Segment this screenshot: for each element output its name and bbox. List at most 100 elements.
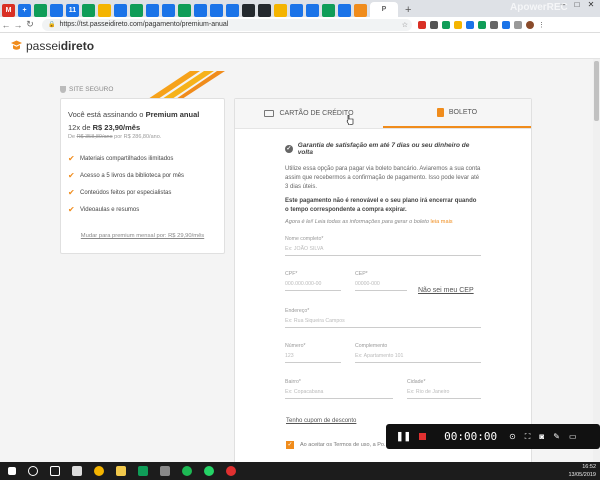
new-tab-button[interactable]: + [405,4,411,16]
whatsapp-icon[interactable] [204,466,214,476]
cpf-input[interactable]: 000.000.000-00 [285,281,341,291]
passeidireto-logo[interactable]: passei direto [10,39,94,53]
switch-plan-link[interactable]: Mudar para premium mensal por: R$ 29,90/… [61,233,224,239]
browser-tab[interactable] [258,4,271,17]
cep-input[interactable]: 00000-000 [355,281,407,291]
cpf-field[interactable]: CPF* 000.000.000-00 [285,271,341,291]
green-app-icon[interactable] [138,466,148,476]
reload-icon[interactable]: ↻ [24,19,36,30]
boleto-content: ✓ Garantia de satisfação em até 7 dias o… [235,129,531,225]
browser-tab[interactable]: + [18,4,31,17]
name-field[interactable]: Nome completo* Ex: JOÃO SILVA [285,236,481,256]
address-bar[interactable]: 🔒 https://tst.passeidireto.com/pagamento… [42,18,412,31]
system-clock[interactable]: 16:52 13/05/2019 [568,463,596,479]
close-button[interactable]: ✕ [584,0,598,9]
browser-tab[interactable] [34,4,47,17]
number-input[interactable]: 123 [285,353,341,363]
plan-title-prefix: Você está assinando o [68,110,146,119]
old-price-suffix: por R$ 286,80/ano. [112,134,162,140]
extension-icon[interactable] [478,20,486,29]
address-label: Endereço* [285,308,310,314]
task-view-icon[interactable] [50,466,60,476]
spotify-icon[interactable] [182,466,192,476]
tab-boleto[interactable]: BOLETO [383,99,531,128]
clock-time: 16:52 [582,464,596,470]
extension-icon[interactable] [502,20,510,29]
complement-input[interactable]: Ex: Apartamento 101 [355,353,481,363]
read-more-link[interactable]: leia mais [431,219,453,225]
chrome-icon[interactable] [94,466,104,476]
cep-field[interactable]: CEP* 00000-000 [355,271,407,291]
district-field[interactable]: Bairro* Ex: Copacabana [285,379,393,399]
region-icon[interactable]: ⛶ [525,432,531,442]
scrollbar-thumb[interactable] [594,61,599,121]
extension-icon[interactable] [490,20,498,29]
bookmark-star-icon[interactable]: ☆ [402,21,408,29]
browser-tab[interactable] [306,4,319,17]
maximize-button[interactable]: □ [570,0,584,9]
profile-avatar[interactable] [526,20,534,29]
name-input[interactable]: Ex: JOÃO SILVA [285,246,481,256]
forward-icon[interactable]: → [12,20,24,30]
browser-tab[interactable] [274,4,287,17]
browser-tab[interactable] [194,4,207,17]
stop-icon[interactable] [419,433,427,440]
browser-tab-active[interactable]: P [370,2,398,17]
number-label: Número* [285,343,306,349]
browser-tab[interactable]: M [2,4,15,17]
district-input[interactable]: Ex: Copacabana [285,389,393,399]
folder-icon[interactable] [116,466,126,476]
search-icon[interactable] [28,466,38,476]
browser-tab[interactable] [50,4,63,17]
tab-credit-card[interactable]: CARTÃO DE CRÉDITO [235,99,383,128]
browser-tab[interactable] [98,4,111,17]
recorder-app-icon[interactable] [226,466,236,476]
store-icon[interactable] [72,466,82,476]
browser-tab[interactable] [82,4,95,17]
photos-icon[interactable] [160,466,170,476]
extension-icon[interactable] [466,20,474,29]
payment-method-tabs: CARTÃO DE CRÉDITO BOLETO [235,99,531,129]
browser-tab[interactable]: 11 [66,4,79,17]
menu-icon[interactable]: ⋮ [538,20,545,29]
address-field[interactable]: Endereço* Ex: Rua Siqueira Campos [285,308,481,328]
coupon-link[interactable]: Tenho cupom de desconto [286,418,356,424]
mouse-pointer-icon [346,115,354,125]
extension-icon[interactable] [442,20,450,29]
lock-icon: 🔒 [48,22,56,28]
windows-start-icon[interactable] [8,467,16,475]
extension-icon[interactable] [430,20,438,29]
browser-tab[interactable] [162,4,175,17]
browser-tab[interactable] [338,4,351,17]
city-field[interactable]: Cidade* Ex: Rio de Janeiro [407,379,481,399]
number-field[interactable]: Número* 123 [285,343,341,363]
feature-item: ✔ Conteúdos feitos por especialistas [68,188,217,197]
district-label: Bairro* [285,379,301,385]
pause-icon[interactable]: ❚❚ [396,431,411,442]
pen-icon[interactable]: ✎ [553,432,560,442]
complement-field[interactable]: Complemento Ex: Apartamento 101 [355,343,481,363]
zoom-icon[interactable]: ⊙ [509,432,516,442]
browser-tab[interactable] [114,4,127,17]
browser-tab[interactable] [210,4,223,17]
windows-taskbar: 16:52 13/05/2019 [0,462,600,480]
terms-checkbox[interactable]: ✓ [286,441,294,449]
tab-credit-card-label: CARTÃO DE CRÉDITO [279,110,354,117]
extension-icon[interactable] [418,20,426,29]
city-input[interactable]: Ex: Rio de Janeiro [407,389,481,399]
unknown-cep-link[interactable]: Não sei meu CEP [418,287,474,294]
browser-tab[interactable] [242,4,255,17]
browser-tab[interactable] [290,4,303,17]
address-input[interactable]: Ex: Rua Siqueira Campos [285,318,481,328]
extension-icon[interactable] [514,20,522,29]
camera-icon[interactable]: ◙ [539,432,544,442]
extension-icon[interactable] [454,20,462,29]
browser-tab[interactable] [354,4,367,17]
browser-tab[interactable] [130,4,143,17]
browser-tab[interactable] [146,4,159,17]
browser-tab[interactable] [322,4,335,17]
back-icon[interactable]: ← [0,20,12,30]
browser-tab[interactable] [226,4,239,17]
browser-tab[interactable] [178,4,191,17]
window-icon[interactable]: ▭ [569,432,577,442]
